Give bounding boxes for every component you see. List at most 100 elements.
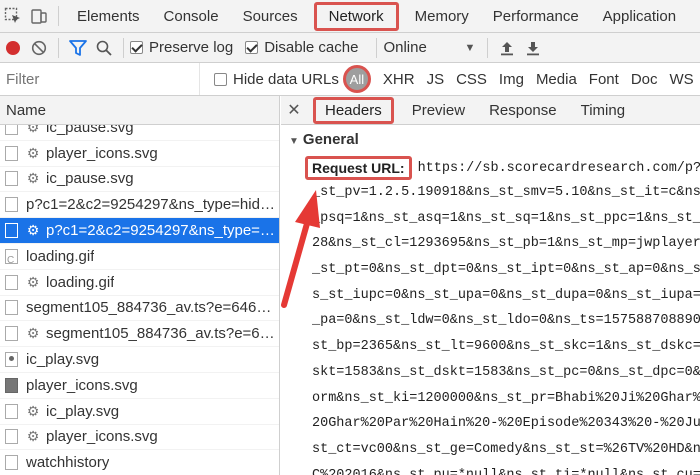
filter-type-css[interactable]: CSS	[450, 71, 493, 88]
devtools-tab-bar: Elements Console Sources Network Memory …	[0, 0, 700, 33]
hide-data-urls-checkbox[interactable]	[214, 72, 227, 86]
inspect-element-icon[interactable]	[0, 3, 26, 29]
tab-timing[interactable]: Timing	[569, 102, 637, 119]
resource-type-icon	[5, 274, 18, 290]
request-row[interactable]: ⚙ segment105_884736_av.ts?e=64…	[0, 321, 279, 348]
request-row[interactable]: loading.gif	[0, 244, 279, 270]
request-row[interactable]: ic_play.svg	[0, 347, 279, 373]
request-list-pane: Name ⚙ ic_pause.svg ⚙ player_icons.svg ⚙ ic_p…	[0, 96, 280, 475]
record-icon[interactable]	[0, 35, 26, 61]
request-url-continued: _st_pv=1.2.5.190918&ns_st_smv=5.10&ns_st…	[281, 180, 700, 475]
request-url-line: C%202016&ns_st_pu=*null&ns_st_ti=*null&n…	[312, 463, 700, 475]
request-row[interactable]: ⚙ p?c1=2&c2=9254297&ns_type=…	[0, 218, 279, 244]
request-name: segment105_884736_av.ts?e=64…	[46, 325, 279, 343]
gear-icon: ⚙	[26, 402, 40, 419]
resource-type-icon	[5, 223, 18, 239]
resource-type-icon	[5, 125, 18, 135]
request-details-pane: ✕ Headers Preview Response Timing ▼ Gener…	[281, 96, 700, 475]
request-row[interactable]: p?c1=2&c2=9254297&ns_type=hid…	[0, 192, 279, 219]
hide-data-urls-toggle[interactable]: Hide data URLs	[214, 71, 339, 88]
request-name: ic_pause.svg	[46, 125, 134, 136]
request-name: ic_play.svg	[26, 351, 100, 369]
tab-sources[interactable]: Sources	[231, 1, 310, 32]
tab-network[interactable]: Network	[313, 1, 399, 31]
tab-performance[interactable]: Performance	[481, 1, 591, 32]
resource-type-icon	[5, 171, 18, 187]
filter-input[interactable]	[0, 63, 200, 95]
search-icon[interactable]	[91, 35, 117, 61]
divider	[487, 37, 489, 58]
request-url-line: skt=1583&ns_st_dskt=1583&ns_st_pc=0&ns_s…	[312, 364, 700, 380]
filter-type-font[interactable]: Font	[583, 71, 625, 88]
disable-cache-toggle[interactable]: Disable cache	[245, 39, 358, 56]
request-name: ic_pause.svg	[46, 170, 134, 188]
request-url-line: st_bp=2365&ns_st_lt=9600&ns_st_skc=1&ns_…	[312, 339, 700, 355]
request-name: loading.gif	[26, 247, 95, 265]
filter-type-js[interactable]: JS	[421, 71, 451, 88]
request-row[interactable]: ⚙ loading.gif	[0, 270, 279, 296]
general-section-header[interactable]: ▼ General	[281, 125, 700, 148]
resource-type-icon	[5, 197, 18, 213]
request-url-line: s_st_iupc=0&ns_st_upa=0&ns_st_dupa=0&ns_…	[312, 287, 700, 303]
preserve-log-checkbox[interactable]	[130, 41, 143, 54]
resource-type-icon	[5, 352, 18, 368]
filter-type-img[interactable]: Img	[493, 71, 530, 88]
network-toolbar: Preserve log Disable cache Online ▼	[0, 33, 700, 63]
filter-type-media[interactable]: Media	[530, 71, 583, 88]
preserve-log-label: Preserve log	[149, 39, 234, 56]
request-url-key: Request URL:	[305, 156, 412, 180]
request-row[interactable]: ⚙ ic_pause.svg	[0, 125, 279, 141]
gear-icon: ⚙	[26, 144, 40, 161]
filter-icon[interactable]	[65, 35, 91, 61]
resource-type-icon	[5, 429, 18, 445]
filter-type-xhr[interactable]: XHR	[377, 71, 421, 88]
request-name: player_icons.svg	[46, 144, 158, 162]
resource-type-icon	[5, 377, 18, 393]
tab-console[interactable]: Console	[152, 1, 231, 32]
throttling-select[interactable]: Online ▼	[383, 39, 475, 56]
resource-type-icon	[5, 326, 18, 342]
request-row[interactable]: ⚙ ic_play.svg	[0, 399, 279, 425]
tab-headers[interactable]: Headers	[313, 96, 394, 124]
divider	[123, 37, 124, 58]
divider	[58, 37, 59, 58]
tab-response[interactable]: Response	[477, 102, 569, 119]
request-url-line: st_ct=vc00&ns_st_ge=Comedy&ns_st_st=%26T…	[312, 441, 700, 457]
clear-icon[interactable]	[26, 35, 52, 61]
filter-type-ws[interactable]: WS	[664, 71, 700, 88]
request-row[interactable]: ⚙ player_icons.svg	[0, 425, 279, 451]
gear-icon: ⚙	[26, 325, 40, 342]
tab-memory[interactable]: Memory	[403, 1, 481, 32]
request-url-row: Request URL: https://sb.scorecardresearc…	[281, 156, 700, 180]
preserve-log-toggle[interactable]: Preserve log	[130, 39, 233, 56]
gear-icon: ⚙	[26, 222, 40, 239]
resource-type-icon	[5, 403, 18, 419]
name-column-header[interactable]: Name	[0, 96, 279, 125]
request-name: player_icons.svg	[46, 428, 158, 446]
tab-preview[interactable]: Preview	[400, 102, 477, 119]
disable-cache-label: Disable cache	[264, 39, 359, 56]
request-row[interactable]: segment105_884736_av.ts?e=6460…	[0, 296, 279, 322]
request-name: loading.gif	[46, 273, 115, 291]
filter-type-all[interactable]: All	[342, 65, 371, 93]
request-row[interactable]: player_icons.svg	[0, 373, 279, 399]
request-row[interactable]: watchhistory	[0, 450, 279, 475]
request-url-line: _st_pv=1.2.5.190918&ns_st_smv=5.10&ns_st…	[312, 185, 700, 200]
disable-cache-checkbox[interactable]	[245, 41, 259, 54]
request-name: watchhistory	[26, 454, 110, 472]
general-section-title: General	[302, 131, 359, 148]
resource-type-icon	[5, 248, 18, 264]
tab-application[interactable]: Application	[591, 1, 688, 32]
filter-type-doc[interactable]: Doc	[625, 71, 664, 88]
device-toolbar-icon[interactable]	[26, 3, 52, 29]
export-har-icon[interactable]	[520, 35, 546, 61]
import-har-icon[interactable]	[494, 35, 520, 61]
gear-icon: ⚙	[26, 428, 40, 445]
close-icon[interactable]: ✕	[281, 100, 307, 120]
triangle-down-icon: ▼	[289, 136, 299, 147]
tab-elements[interactable]: Elements	[65, 1, 152, 32]
request-row[interactable]: ⚙ player_icons.svg	[0, 141, 279, 167]
request-row[interactable]: ⚙ ic_pause.svg	[0, 167, 279, 193]
throttling-value: Online	[383, 39, 427, 56]
request-name: segment105_884736_av.ts?e=6460…	[26, 299, 279, 317]
